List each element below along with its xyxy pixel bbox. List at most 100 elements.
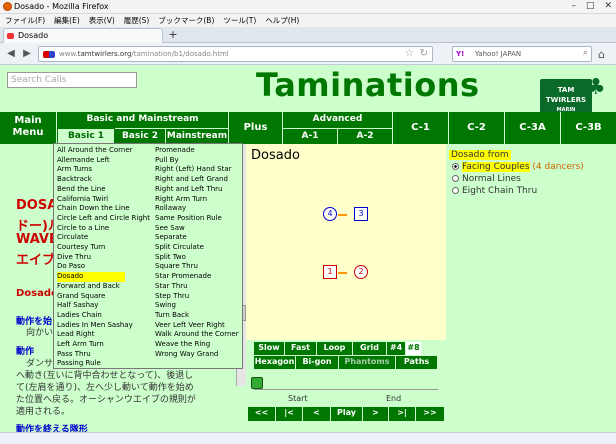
tab-dosado[interactable]: Dosado xyxy=(3,28,163,43)
fast-button[interactable]: Fast xyxy=(285,342,317,355)
call-item[interactable]: Rollaway xyxy=(155,204,186,214)
call-item[interactable]: Allemande Left xyxy=(57,156,110,166)
call-item[interactable]: Right and Left Grand xyxy=(155,175,228,185)
call-item[interactable]: California Twirl xyxy=(57,195,108,205)
play-button[interactable]: Play xyxy=(331,407,363,421)
call-item[interactable]: All Around the Corner xyxy=(57,146,133,156)
call-item[interactable]: Square Thru xyxy=(155,262,198,272)
call-item[interactable]: Circulate xyxy=(57,233,88,243)
call-item[interactable]: Promenade xyxy=(155,146,195,156)
loop-button[interactable]: Loop xyxy=(317,342,353,355)
call-item[interactable]: Ladies Chain xyxy=(57,311,102,321)
tab-mainstream[interactable]: Mainstream xyxy=(166,128,229,144)
radio-selected-icon[interactable] xyxy=(452,163,459,170)
call-item[interactable]: Do Paso xyxy=(57,262,85,272)
tam-twirlers-logo[interactable]: TAM TWIRLERS MARIN ♣ xyxy=(540,75,606,117)
call-item[interactable]: Right and Left Thru xyxy=(155,185,222,195)
basic-mainstream-header[interactable]: Basic and Mainstream xyxy=(57,112,229,128)
menu-bookmarks[interactable]: ブックマーク(B) xyxy=(158,15,214,26)
call-item[interactable]: Right (Left) Hand Star xyxy=(155,165,232,175)
call-item[interactable]: Passing Rule xyxy=(57,359,101,369)
tab-c1[interactable]: C-1 xyxy=(393,112,449,144)
step-forward-button[interactable]: > xyxy=(363,407,389,421)
site-identity-icon[interactable] xyxy=(43,51,55,58)
advanced-header[interactable]: Advanced xyxy=(283,112,393,128)
tab-c3a[interactable]: C-3A xyxy=(505,112,561,144)
tab-a1[interactable]: A-1 xyxy=(283,128,338,144)
tab-basic2[interactable]: Basic 2 xyxy=(115,128,166,144)
reload-icon[interactable]: ↻ xyxy=(420,48,428,59)
menu-help[interactable]: ヘルプ(H) xyxy=(265,15,299,26)
tab-c2[interactable]: C-2 xyxy=(449,112,505,144)
call-item[interactable]: Forward and Back xyxy=(57,282,120,292)
call-item[interactable]: See Saw xyxy=(155,224,185,234)
paths-button[interactable]: Paths xyxy=(396,356,438,369)
numbers-4-button[interactable]: #4 xyxy=(387,342,406,355)
call-item[interactable]: Arm Turns xyxy=(57,165,92,175)
rewind-button[interactable]: << xyxy=(248,407,276,421)
call-item[interactable]: Pass Thru xyxy=(57,350,91,360)
call-item[interactable]: Lead Right xyxy=(57,330,94,340)
call-item[interactable]: Wrong Way Grand xyxy=(155,350,218,360)
minimize-button[interactable]: – xyxy=(571,1,576,11)
home-icon[interactable]: ⌂ xyxy=(598,48,605,61)
tab-plus[interactable]: Plus xyxy=(229,112,283,144)
hexagon-button[interactable]: Hexagon xyxy=(254,356,296,369)
animation-slider-thumb[interactable] xyxy=(251,377,263,389)
menu-file[interactable]: ファイル(F) xyxy=(5,15,45,26)
call-item[interactable]: Pull By xyxy=(155,156,179,166)
call-item[interactable]: Circle Left and Circle Right xyxy=(57,214,150,224)
bigon-button[interactable]: Bi-gon xyxy=(296,356,339,369)
tab-a2[interactable]: A-2 xyxy=(338,128,393,144)
call-item[interactable]: Half Sashay xyxy=(57,301,98,311)
grid-button[interactable]: Grid xyxy=(353,342,387,355)
call-item[interactable]: Veer Left Veer Right xyxy=(155,321,225,331)
go-end-button[interactable]: >| xyxy=(389,407,416,421)
back-arrow-icon[interactable]: ◀ xyxy=(4,47,18,61)
call-item[interactable]: Walk Around the Corner xyxy=(155,330,239,340)
animation-area[interactable]: Dosado 4 3 1 2 xyxy=(246,144,446,340)
radio-icon[interactable] xyxy=(452,175,459,182)
call-item[interactable]: Same Position Rule xyxy=(155,214,222,224)
call-item[interactable]: Bend the Line xyxy=(57,185,106,195)
tab-c3b[interactable]: C-3B xyxy=(561,112,616,144)
url-bar[interactable]: www.tamtwirlers.org/tamination/b1/dosado… xyxy=(38,46,433,62)
radio-icon[interactable] xyxy=(452,187,459,194)
search-engine-icon[interactable]: Y! xyxy=(456,50,464,58)
call-item[interactable]: Courtesy Turn xyxy=(57,243,105,253)
call-item[interactable]: Swing xyxy=(155,301,176,311)
call-item[interactable]: Split Two xyxy=(155,253,186,263)
go-start-button[interactable]: |< xyxy=(276,407,303,421)
call-item[interactable]: Star Promenade xyxy=(155,272,211,282)
call-item[interactable]: Circle to a Line xyxy=(57,224,109,234)
maximize-button[interactable]: □ xyxy=(586,1,595,11)
main-menu-button[interactable]: Main Menu xyxy=(0,112,57,144)
call-item[interactable]: Step Thru xyxy=(155,292,189,302)
fast-forward-button[interactable]: >> xyxy=(416,407,444,421)
slow-button[interactable]: Slow xyxy=(254,342,285,355)
call-item[interactable]: Right Arm Turn xyxy=(155,195,207,205)
call-item[interactable]: Dosado xyxy=(57,272,125,282)
call-item[interactable]: Chain Down the Line xyxy=(57,204,130,214)
search-icon[interactable]: ⌕ xyxy=(583,48,588,58)
call-item[interactable]: Split Circulate xyxy=(155,243,204,253)
call-item[interactable]: Grand Square xyxy=(57,292,105,302)
call-item[interactable]: Backtrack xyxy=(57,175,92,185)
forward-arrow-icon[interactable]: ▶ xyxy=(20,47,34,61)
menu-edit[interactable]: 編集(E) xyxy=(54,15,80,26)
menu-history[interactable]: 履歴(S) xyxy=(124,15,150,26)
call-item[interactable]: Separate xyxy=(155,233,187,243)
call-item[interactable]: Star Thru xyxy=(155,282,188,292)
new-tab-button[interactable]: + xyxy=(166,29,180,42)
bookmark-star-icon[interactable]: ☆ xyxy=(405,48,414,59)
formation-normal-lines[interactable]: Normal Lines xyxy=(452,174,521,184)
phantoms-button[interactable]: Phantoms xyxy=(339,356,396,369)
formation-eight-chain-thru[interactable]: Eight Chain Thru xyxy=(452,186,537,196)
search-calls-input[interactable]: Search Calls xyxy=(7,72,137,88)
animation-slider[interactable] xyxy=(254,378,438,390)
call-item[interactable]: Dive Thru xyxy=(57,253,91,263)
call-item[interactable]: Ladies In Men Sashay xyxy=(57,321,133,331)
formation-facing-couples[interactable]: Facing Couples (4 dancers) xyxy=(452,162,584,172)
call-item[interactable]: Left Arm Turn xyxy=(57,340,104,350)
call-item[interactable]: Weave the Ring xyxy=(155,340,210,350)
